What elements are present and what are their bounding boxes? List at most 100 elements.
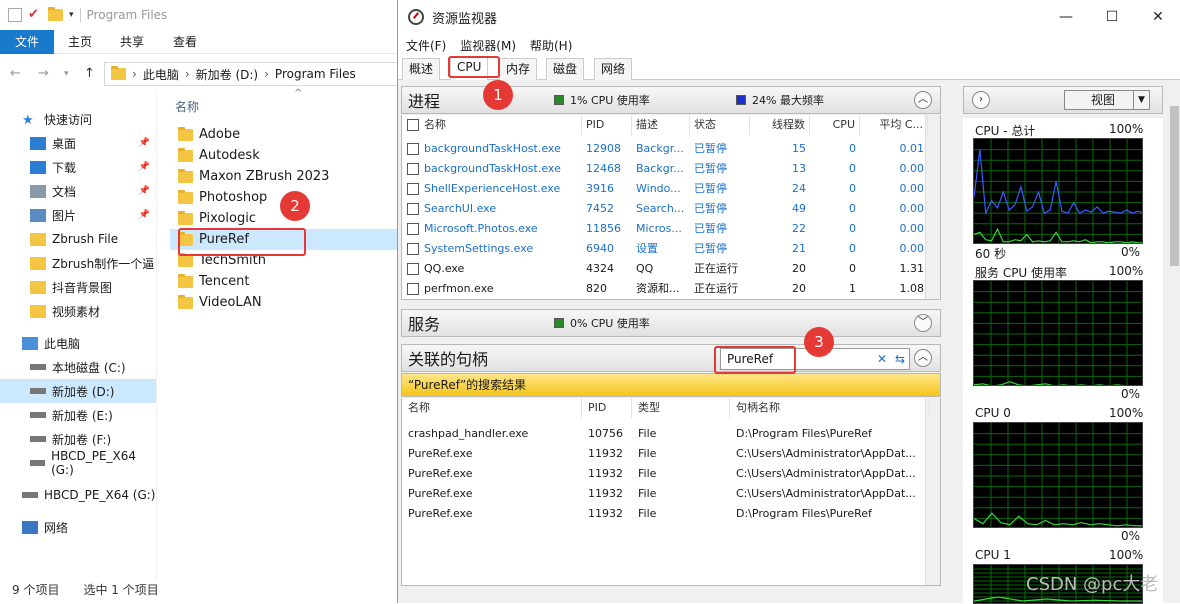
collapse-chevron-icon[interactable]: ︿ bbox=[914, 91, 932, 109]
close-button[interactable]: ✕ bbox=[1135, 0, 1180, 34]
process-row[interactable]: QQ.exe 4324 QQ 正在运行 20 0 1.31 bbox=[402, 259, 927, 279]
folder-item[interactable]: Tencent bbox=[170, 271, 400, 292]
process-checkbox[interactable] bbox=[407, 223, 419, 235]
breadcrumb-pc[interactable]: 此电脑 bbox=[143, 66, 179, 83]
column-header[interactable]: CPU bbox=[810, 115, 860, 135]
process-row[interactable]: backgroundTaskHost.exe 12468 Backgr... 已暂停 1… bbox=[402, 159, 927, 179]
green-swatch-icon bbox=[554, 95, 564, 105]
process-row[interactable]: perfmon.exe 820 资源和... 正在运行 20 1 1.08 bbox=[402, 279, 927, 299]
sidebar-item[interactable]: 新加卷 (F:) bbox=[0, 427, 156, 451]
sidebar-item[interactable]: Zbrush制作一个逼 bbox=[0, 251, 156, 275]
sidebar-item[interactable]: 新加卷 (D:) bbox=[0, 379, 156, 403]
column-header[interactable]: 名称 bbox=[420, 115, 582, 135]
maximize-button[interactable]: ☐ bbox=[1089, 0, 1135, 34]
folder-name: Pixologic bbox=[199, 211, 256, 226]
tab-overview[interactable]: 概述 bbox=[402, 58, 441, 80]
sidebar-item[interactable]: Zbrush File bbox=[0, 227, 156, 251]
breadcrumb-drive[interactable]: 新加卷 (D:) bbox=[196, 66, 258, 83]
sidebar-item[interactable]: 网络 bbox=[0, 515, 156, 539]
process-row[interactable]: SystemSettings.exe 6940 设置 已暂停 21 0 0.00 bbox=[402, 239, 927, 259]
handle-row[interactable]: crashpad_handler.exe 10756 File D:\Program … bbox=[402, 424, 927, 444]
collapse-pane-icon[interactable]: › bbox=[972, 91, 990, 109]
sidebar-item[interactable]: 此电脑 bbox=[0, 331, 156, 355]
refresh-search-icon[interactable]: ⇆ bbox=[895, 349, 905, 369]
tab-share[interactable]: 共享 bbox=[110, 30, 154, 54]
column-header[interactable]: 线程数 bbox=[750, 115, 810, 135]
menu-file[interactable]: 文件(F) bbox=[406, 37, 446, 54]
handle-row[interactable]: PureRef.exe 11932 File C:\Users\Administrat… bbox=[402, 444, 927, 464]
select-all-checkbox[interactable] bbox=[407, 119, 419, 131]
tab-view[interactable]: 查看 bbox=[163, 30, 207, 54]
column-header[interactable]: 状态 bbox=[690, 115, 750, 135]
process-checkbox[interactable] bbox=[407, 183, 419, 195]
sidebar-item[interactable]: 新加卷 (E:) bbox=[0, 403, 156, 427]
clear-search-icon[interactable]: ✕ bbox=[877, 349, 887, 369]
sidebar-item[interactable]: HBCD_PE_X64 (G:) bbox=[0, 483, 156, 507]
scroll-thumb[interactable] bbox=[1170, 106, 1179, 266]
collapse-chevron-icon[interactable]: ︿ bbox=[914, 349, 932, 367]
tab-home[interactable]: 主页 bbox=[58, 30, 102, 54]
folder-item[interactable]: Autodesk bbox=[170, 145, 400, 166]
handle-row[interactable]: PureRef.exe 11932 File C:\Users\Administrat… bbox=[402, 464, 927, 484]
scrollbar[interactable] bbox=[925, 115, 940, 299]
process-checkbox[interactable] bbox=[407, 143, 419, 155]
sidebar-item[interactable]: 图片 📌 bbox=[0, 203, 156, 227]
sidebar-item[interactable]: 本地磁盘 (C:) bbox=[0, 355, 156, 379]
properties-icon[interactable] bbox=[8, 8, 22, 22]
sidebar-item[interactable]: 桌面 📌 bbox=[0, 131, 156, 155]
new-folder-icon[interactable] bbox=[48, 7, 63, 21]
tab-network[interactable]: 网络 bbox=[594, 58, 633, 80]
column-header-name[interactable]: 名称 bbox=[175, 98, 199, 115]
folder-item[interactable]: VideoLAN bbox=[170, 292, 400, 313]
handle-row[interactable]: PureRef.exe 11932 File D:\Program Files\Pur… bbox=[402, 504, 927, 524]
breadcrumb-folder[interactable]: Program Files bbox=[275, 67, 356, 81]
process-row[interactable]: ShellExperienceHost.exe 3916 Windo... 已暂停 24… bbox=[402, 179, 927, 199]
process-checkbox[interactable] bbox=[407, 163, 419, 175]
sidebar-item[interactable]: HBCD_PE_X64 (G:) bbox=[0, 449, 156, 477]
sidebar-item[interactable]: 抖音背景图 bbox=[0, 275, 156, 299]
forward-icon[interactable]: → bbox=[38, 66, 49, 81]
process-checkbox[interactable] bbox=[407, 243, 419, 255]
graph-pane-scrollbar[interactable] bbox=[1168, 86, 1180, 603]
menu-monitor[interactable]: 监视器(M) bbox=[460, 37, 516, 54]
folder-icon bbox=[178, 294, 193, 309]
quick-access-dropdown-icon[interactable]: ▾ bbox=[69, 10, 74, 20]
column-header[interactable]: 描述 bbox=[632, 115, 690, 135]
tab-memory[interactable]: 内存 bbox=[499, 58, 538, 80]
folder-item[interactable]: Adobe bbox=[170, 124, 400, 145]
process-row[interactable]: backgroundTaskHost.exe 12908 Backgr... 已暂停 1… bbox=[402, 139, 927, 159]
tab-disk[interactable]: 磁盘 bbox=[546, 58, 585, 80]
recent-locations-icon[interactable]: ▾ bbox=[64, 69, 69, 79]
address-bar[interactable]: › 此电脑 › 新加卷 (D:) › Program Files bbox=[104, 62, 400, 86]
process-checkbox[interactable] bbox=[407, 203, 419, 215]
column-header[interactable]: PID bbox=[582, 115, 632, 135]
sidebar-item[interactable]: 下载 📌 bbox=[0, 155, 156, 179]
column-header[interactable]: 类型 bbox=[632, 398, 730, 418]
view-dropdown[interactable]: 视图 ▼ bbox=[1064, 90, 1150, 110]
minimize-button[interactable]: — bbox=[1043, 0, 1089, 34]
up-icon[interactable]: ↑ bbox=[84, 66, 95, 81]
process-row[interactable]: SearchUI.exe 7452 Search... 已暂停 49 0 0.00 bbox=[402, 199, 927, 219]
handle-row[interactable]: PureRef.exe 11932 File C:\Users\Administrat… bbox=[402, 484, 927, 504]
tab-file[interactable]: 文件 bbox=[0, 30, 54, 54]
back-icon[interactable]: ← bbox=[10, 66, 21, 81]
folder-item[interactable]: Maxon ZBrush 2023 bbox=[170, 166, 400, 187]
folder-icon bbox=[178, 147, 193, 162]
column-header[interactable]: 句柄名称 bbox=[730, 398, 930, 418]
process-checkbox[interactable] bbox=[407, 283, 419, 295]
column-header[interactable]: 名称 bbox=[402, 398, 582, 418]
handles-header[interactable]: 关联的句柄 PureRef ✕ ⇆ ︿ bbox=[401, 344, 941, 372]
column-header[interactable]: 平均 C... bbox=[860, 115, 928, 135]
sidebar-item[interactable]: 文档 📌 bbox=[0, 179, 156, 203]
sidebar-item[interactable]: 视频素材 bbox=[0, 299, 156, 323]
process-row[interactable]: Microsoft.Photos.exe 11856 Micros... 已暂停 22 0… bbox=[402, 219, 927, 239]
cell-pid: 11856 bbox=[586, 222, 621, 235]
process-checkbox[interactable] bbox=[407, 263, 419, 275]
checkmark-icon[interactable]: ✔ bbox=[28, 8, 42, 22]
expand-chevron-icon[interactable]: ﹀ bbox=[914, 314, 932, 332]
sidebar-item[interactable]: ★ 快速访问 bbox=[0, 107, 156, 131]
services-header[interactable]: 服务 0% CPU 使用率 ﹀ bbox=[401, 309, 941, 337]
menu-help[interactable]: 帮助(H) bbox=[530, 37, 572, 54]
column-header[interactable]: PID bbox=[582, 398, 632, 418]
processes-header[interactable]: 进程 1% CPU 使用率 24% 最大频率 ︿ bbox=[401, 86, 941, 114]
